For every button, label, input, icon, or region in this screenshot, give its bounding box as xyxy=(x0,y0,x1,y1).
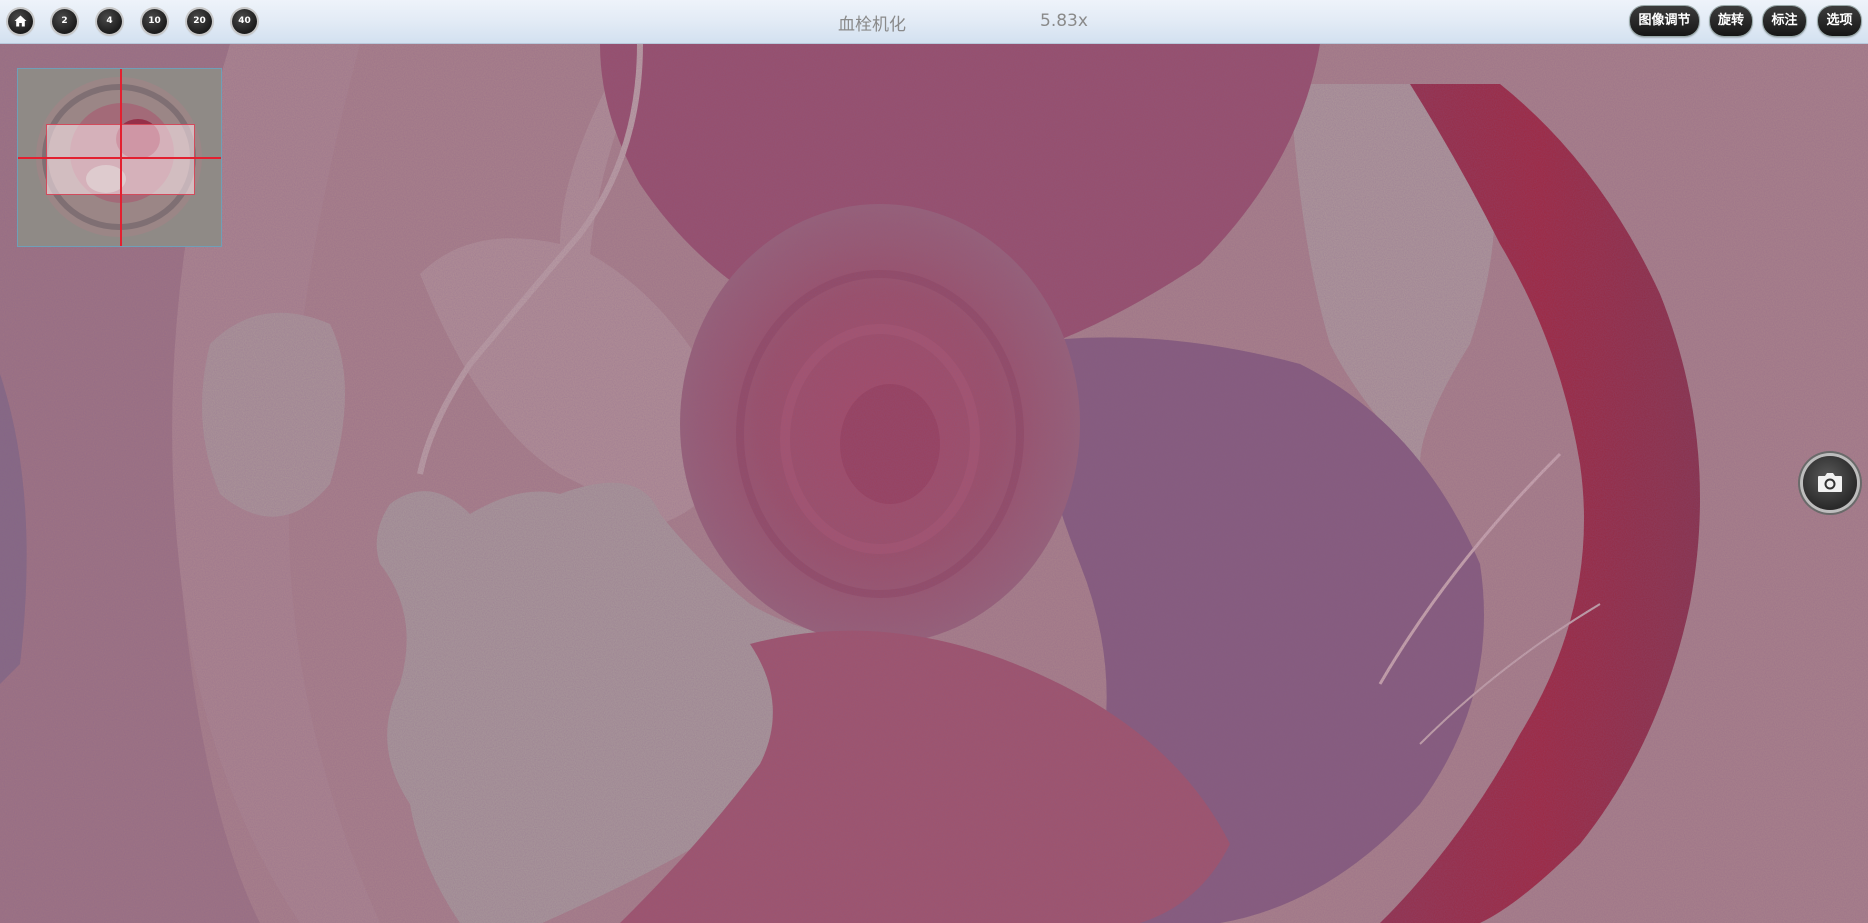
magnification-2x-button[interactable]: 2 xyxy=(52,9,77,34)
snapshot-button[interactable] xyxy=(1803,456,1857,510)
tissue-image xyxy=(0,44,1868,923)
image-adjust-button[interactable]: 图像调节 xyxy=(1630,6,1699,36)
rotate-button[interactable]: 旋转 xyxy=(1710,6,1752,36)
overview-navigator[interactable] xyxy=(17,68,222,247)
home-icon xyxy=(8,15,33,27)
home-button[interactable] xyxy=(8,9,33,34)
slide-viewer-app: 2 4 10 20 40 血栓机化 5.83x 图像调节 旋转 标注 选项 xyxy=(0,0,1868,923)
magnification-4x-button[interactable]: 4 xyxy=(97,9,122,34)
annotate-button[interactable]: 标注 xyxy=(1763,6,1806,36)
zoom-level: 5.83x xyxy=(1040,11,1088,31)
magnification-10x-button[interactable]: 10 xyxy=(142,9,167,34)
slide-title: 血栓机化 xyxy=(838,15,906,35)
magnification-20x-button[interactable]: 20 xyxy=(187,9,212,34)
camera-icon xyxy=(1803,471,1857,493)
top-toolbar: 2 4 10 20 40 血栓机化 5.83x 图像调节 旋转 标注 选项 xyxy=(0,0,1868,44)
options-button[interactable]: 选项 xyxy=(1818,6,1861,36)
slide-image-canvas[interactable] xyxy=(0,44,1868,923)
navigator-crosshair-horizontal xyxy=(18,157,221,159)
magnification-40x-button[interactable]: 40 xyxy=(232,9,257,34)
